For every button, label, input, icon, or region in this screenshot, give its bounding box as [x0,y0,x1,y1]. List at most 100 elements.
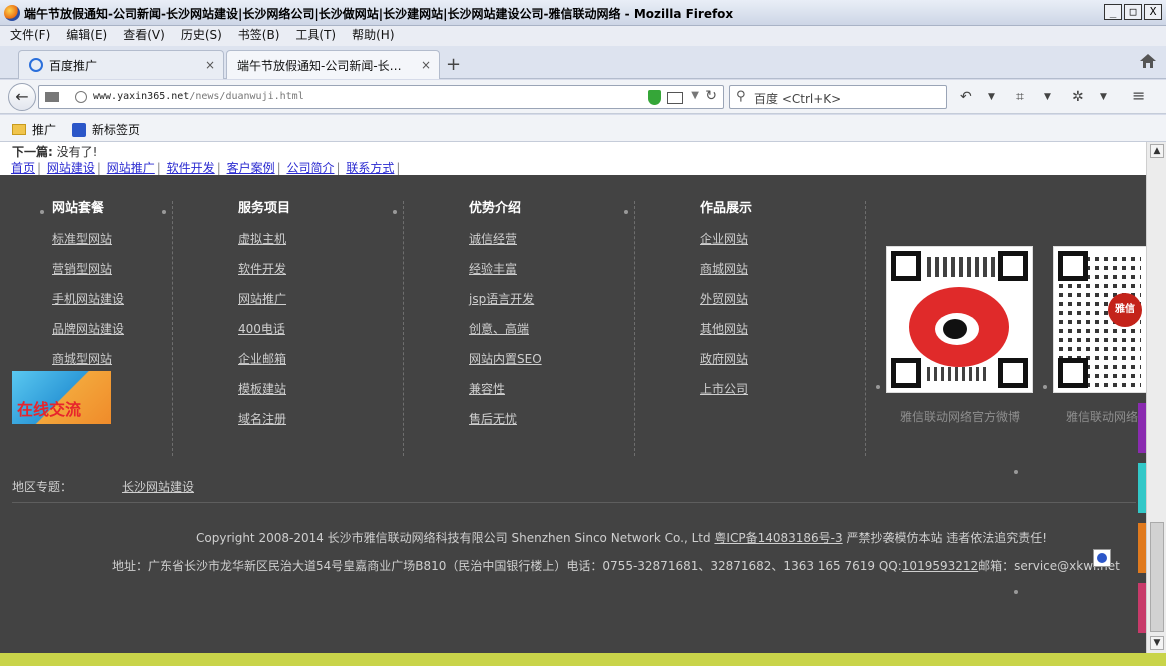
bullet-dot [624,210,628,214]
footer-link[interactable]: 品牌网站建设 [52,320,124,337]
bookmark-newtab[interactable]: 新标签页 [72,121,140,138]
footer-link[interactable]: jsp语言开发 [469,290,542,307]
tab-baidu[interactable]: 百度推广 × [18,50,224,79]
footer-link[interactable]: 诚信经营 [469,230,542,247]
dropdown-arrow-icon[interactable]: ▼ [691,90,699,101]
footer-link[interactable]: 政府网站 [700,350,752,367]
side-tab[interactable] [1138,583,1146,633]
hamburger-menu-icon[interactable]: ≡ [1132,86,1145,105]
qq-link[interactable]: 1019593212 [902,559,978,573]
column-heading: 作品展示 [700,201,753,216]
search-input[interactable]: 百度 <Ctrl+K> [754,90,841,107]
menu-edit[interactable]: 编辑(E) [66,26,107,46]
footer-link[interactable]: 域名注册 [238,410,290,427]
qr-finder [1058,251,1088,281]
link-promotion[interactable]: 网站推广 [107,161,155,175]
icp-link[interactable]: 粤ICP备14083186号-3 [714,531,842,545]
reload-icon[interactable]: ↻ [705,88,717,104]
undo-icon[interactable]: ↶ [960,89,972,105]
tab-close-icon[interactable]: × [205,58,215,72]
footer-divider [12,502,1136,503]
bullet-dot [1014,590,1018,594]
footer-link[interactable]: 营销型网站 [52,260,124,277]
extension-icon[interactable]: ✲ [1072,89,1084,105]
link-cases[interactable]: 客户案例 [227,161,275,175]
footer-link[interactable]: 软件开发 [238,260,290,277]
footer-link[interactable]: 兼容性 [469,380,542,397]
tab-label: 百度推广 [49,58,98,73]
next-article: 下一篇: 没有了! [12,143,97,160]
copyright-text: Copyright 2008-2014 长沙市雅信联动网络科技有限公司 Shen… [196,529,1047,546]
footer-link[interactable]: 手机网站建设 [52,290,124,307]
page-scrollbar[interactable]: ▲ ▼ [1146,142,1166,653]
side-tab[interactable] [1138,403,1146,453]
search-bar[interactable]: ⚲ 百度 <Ctrl+K> [729,85,947,109]
baidu-paw-icon [72,122,86,137]
dropdown-arrow-icon[interactable]: ▼ [1044,92,1051,102]
footer-link[interactable]: 商城型网站 [52,350,124,367]
reader-view-icon[interactable] [667,92,683,104]
footer-link[interactable]: 企业邮箱 [238,350,290,367]
back-button[interactable]: ← [8,83,36,111]
shield-icon[interactable] [648,90,661,105]
menu-tools[interactable]: 工具(T) [295,26,336,46]
online-chat-label: 在线交流 [17,400,82,419]
footer-link[interactable]: 创意、高端 [469,320,542,337]
link-website-build[interactable]: 网站建设 [47,161,95,175]
menu-bar: 文件(F) 编辑(E) 查看(V) 历史(S) 书签(B) 工具(T) 帮助(H… [0,26,1166,46]
region-link[interactable]: 长沙网站建设 [122,478,194,495]
footer-link[interactable]: 其他网站 [700,320,752,337]
new-tab-button[interactable]: + [446,54,461,75]
weibo-pupil-icon [943,319,967,339]
menu-file[interactable]: 文件(F) [10,26,50,46]
url-text[interactable]: www.yaxin365.net/news/duanwuji.html [93,91,304,102]
baidu-paw-icon[interactable] [1093,549,1111,567]
url-bar[interactable]: www.yaxin365.net/news/duanwuji.html ▼ ↻ [38,85,724,109]
scroll-down-icon[interactable]: ▼ [1150,636,1164,650]
column-heading: 网站套餐 [52,201,105,216]
minimize-button[interactable]: _ [1104,4,1122,20]
scroll-thumb[interactable] [1150,522,1164,632]
menu-view[interactable]: 查看(V) [123,26,165,46]
link-software[interactable]: 软件开发 [167,161,215,175]
footer-link[interactable]: 虚拟主机 [238,230,290,247]
footer-link[interactable]: 网站内置SEO [469,350,542,367]
maximize-button[interactable]: □ [1124,4,1142,20]
copyright-main: Copyright 2008-2014 长沙市雅信联动网络科技有限公司 Shen… [196,531,715,545]
tab-current[interactable]: 端午节放假通知-公司新闻-长… × [226,50,440,79]
menu-bookmarks[interactable]: 书签(B) [238,26,280,46]
footer-link[interactable]: 模板建站 [238,380,290,397]
footer-link[interactable]: 400电话 [238,320,290,337]
footer-link[interactable]: 商城网站 [700,260,752,277]
link-about[interactable]: 公司简介 [286,161,334,175]
bookmark-tuiguang[interactable]: 推广 [12,121,56,138]
dropdown-arrow-icon[interactable]: ▼ [1100,92,1107,102]
close-button[interactable]: X [1144,4,1162,20]
bullet-dot [876,385,880,389]
dropdown-arrow-icon[interactable]: ▼ [988,92,995,102]
menu-history[interactable]: 历史(S) [181,26,222,46]
menu-help[interactable]: 帮助(H) [352,26,394,46]
grid-icon[interactable] [45,92,59,102]
scroll-up-icon[interactable]: ▲ [1150,144,1164,158]
footer-link[interactable]: 售后无忧 [469,410,542,427]
footer-link[interactable]: 企业网站 [700,230,752,247]
site-footer: 网站套餐 标准型网站 营销型网站 手机网站建设 品牌网站建设 商城型网站 服务项… [0,175,1146,653]
footer-link[interactable]: 网站推广 [238,290,290,307]
footer-link[interactable]: 标准型网站 [52,230,124,247]
crop-icon[interactable]: ⌗ [1016,89,1024,105]
tab-close-icon[interactable]: × [421,58,431,72]
link-home[interactable]: 首页 [11,161,35,175]
footer-link[interactable]: 经验丰富 [469,260,542,277]
column-heading: 优势介绍 [469,201,522,216]
side-tab[interactable] [1138,523,1146,573]
side-tab[interactable] [1138,463,1146,513]
copyright-tail: 严禁抄袭模仿本站 违者依法追究责任! [842,531,1048,545]
link-contact[interactable]: 联系方式 [346,161,394,175]
column-packages: 网站套餐 标准型网站 营销型网站 手机网站建设 品牌网站建设 商城型网站 [52,197,124,380]
footer-link[interactable]: 外贸网站 [700,290,752,307]
footer-link[interactable]: 上市公司 [700,380,752,397]
home-icon[interactable] [1140,54,1156,68]
online-chat-button[interactable]: 在线交流 [12,371,111,424]
qr-pattern [927,367,987,381]
